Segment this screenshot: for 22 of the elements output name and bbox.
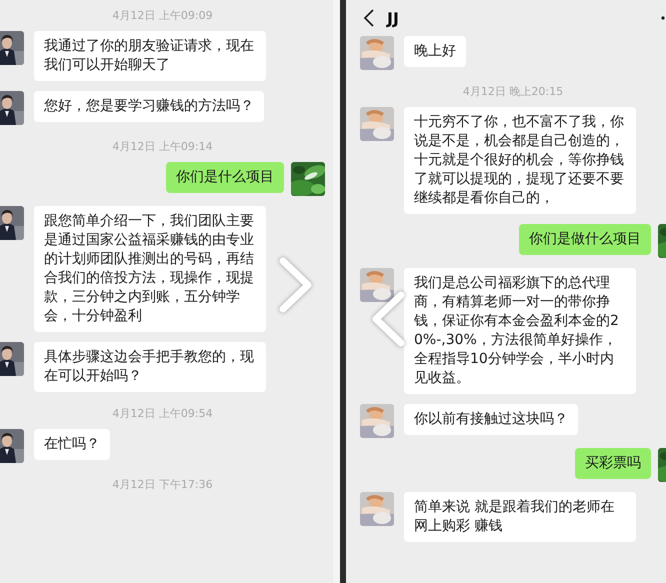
message-bubble: 我们是总公司福彩旗下的总代理商，有精算老师一对一的带你挣钱，保证你有本金会盈利本金的20%-,30%，方法很简单好操作，全程指导10分钟学会，半小时内见收益。: [404, 268, 636, 394]
message-bubble: 具体步骤这边会手把手教您的，现在可以开始吗？: [34, 342, 266, 392]
message-bubble: 你们是什么项目: [166, 162, 284, 193]
timestamp: 4月12日 上午09:54: [112, 406, 213, 421]
message-bubble: 你们是做什么项目: [519, 224, 651, 255]
timestamp: 4月12日 下午17:36: [112, 477, 213, 492]
message-bubble: 我通过了你的朋友验证请求，现在我们可以开始聊天了: [34, 31, 266, 81]
message-bubble: 买彩票吗: [575, 448, 651, 479]
message-bubble: 跟您简单介绍一下，我们团队主要是通过国家公益福采赚钱的由专业的计划师团队推测出的号码，再结合我们的倍投方法，现操作，现提款，三分钟之内到账，五分钟学会，十分钟盈利: [34, 206, 266, 332]
timestamp: 4月12日 上午09:14: [112, 139, 213, 154]
chevron-right-icon: [278, 256, 314, 314]
message-bubble: 在忙吗？: [34, 429, 110, 460]
message-bubble: 晚上好: [404, 36, 466, 67]
back-icon[interactable]: [363, 9, 375, 27]
message-bubble: 你以前有接触过这块吗？: [404, 404, 578, 435]
message-bubble: 您好，您是要学习赚钱的方法吗？: [34, 91, 264, 122]
chevron-left-icon: [370, 290, 406, 348]
chat-title: JJ: [387, 8, 400, 28]
timestamp: 4月12日 晚上20:15: [462, 84, 564, 99]
timestamp: 4月12日 上午09:09: [112, 8, 213, 23]
message-bubble: 简单来说 就是跟着我们的老师在网上购彩 赚钱: [404, 492, 636, 542]
message-bubble: 十元穷不了你，也不富不了我，你说是不是，机会都是自己创造的，十元就是个很好的机会，等你挣钱了就可以提现的，提现了还要不要继续都是看你自己的，: [404, 107, 636, 214]
